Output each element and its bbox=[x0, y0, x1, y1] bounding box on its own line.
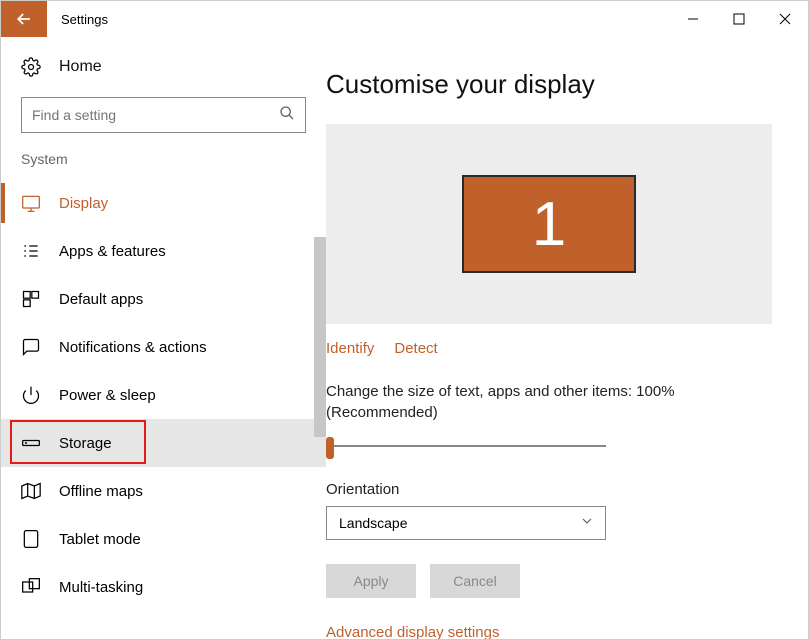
search-icon bbox=[279, 105, 295, 126]
scale-label: Change the size of text, apps and other … bbox=[326, 381, 772, 423]
list-icon bbox=[21, 241, 41, 261]
sidebar-item-power-sleep[interactable]: Power & sleep bbox=[1, 371, 326, 419]
section-label: System bbox=[1, 151, 326, 179]
apps-icon bbox=[21, 289, 41, 309]
tablet-icon bbox=[21, 529, 41, 549]
sidebar: Home System Display Apps & features Defa… bbox=[1, 37, 326, 639]
sidebar-item-notifications[interactable]: Notifications & actions bbox=[1, 323, 326, 371]
monitor-icon bbox=[21, 193, 41, 213]
chevron-down-icon bbox=[581, 514, 593, 532]
sidebar-item-offline-maps[interactable]: Offline maps bbox=[1, 467, 326, 515]
window-controls bbox=[670, 1, 808, 37]
sidebar-item-multitasking[interactable]: Multi-tasking bbox=[1, 563, 326, 611]
identify-link[interactable]: Identify bbox=[326, 340, 374, 357]
minimize-button[interactable] bbox=[670, 1, 716, 37]
home-button[interactable]: Home bbox=[1, 57, 326, 97]
search-field[interactable] bbox=[32, 107, 279, 123]
nav-label: Notifications & actions bbox=[59, 339, 207, 356]
titlebar: Settings bbox=[1, 1, 808, 37]
orientation-value: Landscape bbox=[339, 515, 408, 531]
nav-label: Default apps bbox=[59, 291, 143, 308]
nav-label: Multi-tasking bbox=[59, 579, 143, 596]
window-title: Settings bbox=[61, 12, 108, 27]
sidebar-scrollbar[interactable] bbox=[314, 237, 326, 437]
sidebar-item-apps-features[interactable]: Apps & features bbox=[1, 227, 326, 275]
apply-button[interactable]: Apply bbox=[326, 564, 416, 598]
nav-label: Display bbox=[59, 195, 108, 212]
gear-icon bbox=[21, 57, 41, 77]
nav-label: Offline maps bbox=[59, 483, 143, 500]
back-button[interactable] bbox=[1, 1, 47, 37]
sidebar-item-storage[interactable]: Storage bbox=[1, 419, 326, 467]
monitor-thumbnail[interactable]: 1 bbox=[462, 175, 636, 273]
close-button[interactable] bbox=[762, 1, 808, 37]
search-input[interactable] bbox=[21, 97, 306, 133]
detect-link[interactable]: Detect bbox=[394, 340, 437, 357]
nav-list: Display Apps & features Default apps Not… bbox=[1, 179, 326, 611]
windows-icon bbox=[21, 577, 41, 597]
nav-label: Power & sleep bbox=[59, 387, 156, 404]
map-icon bbox=[21, 481, 41, 501]
cancel-button[interactable]: Cancel bbox=[430, 564, 520, 598]
sidebar-item-default-apps[interactable]: Default apps bbox=[1, 275, 326, 323]
nav-label: Tablet mode bbox=[59, 531, 141, 548]
page-title: Customise your display bbox=[326, 69, 772, 100]
advanced-display-link[interactable]: Advanced display settings bbox=[326, 624, 499, 639]
sidebar-item-tablet-mode[interactable]: Tablet mode bbox=[1, 515, 326, 563]
slider-thumb[interactable] bbox=[326, 437, 334, 459]
display-preview[interactable]: 1 bbox=[326, 124, 772, 324]
maximize-button[interactable] bbox=[716, 1, 762, 37]
slider-track bbox=[326, 445, 606, 447]
nav-label: Apps & features bbox=[59, 243, 166, 260]
message-icon bbox=[21, 337, 41, 357]
scale-slider[interactable] bbox=[326, 435, 606, 459]
orientation-select[interactable]: Landscape bbox=[326, 506, 606, 540]
storage-icon bbox=[21, 433, 41, 453]
sidebar-item-display[interactable]: Display bbox=[1, 179, 326, 227]
main-panel: Customise your display 1 Identify Detect… bbox=[326, 37, 808, 639]
home-label: Home bbox=[59, 58, 102, 76]
power-icon bbox=[21, 385, 41, 405]
orientation-label: Orientation bbox=[326, 481, 772, 498]
nav-label: Storage bbox=[59, 435, 112, 452]
